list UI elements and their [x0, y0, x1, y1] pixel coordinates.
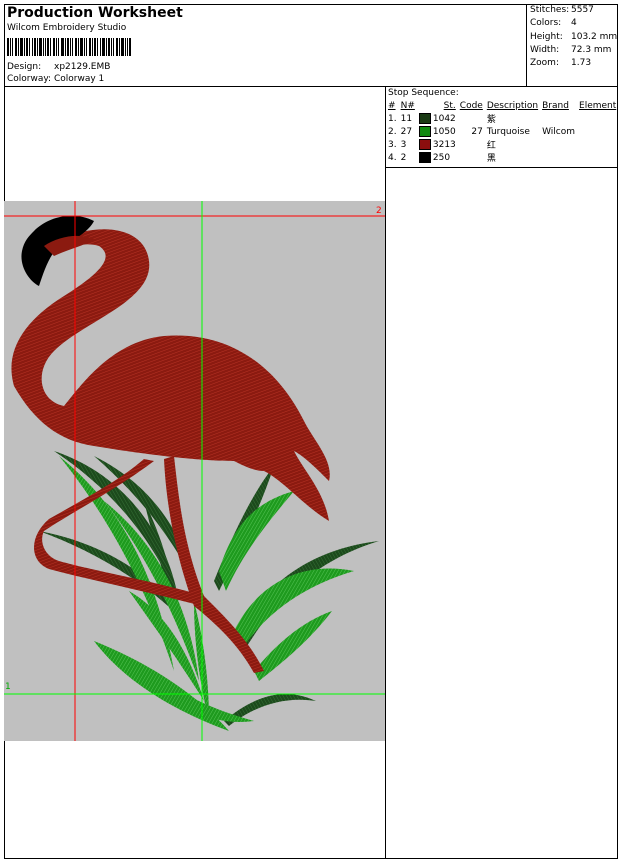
- stop-index: 3.: [388, 139, 397, 150]
- stop-sequence-table: # N# St. Code Description Brand Element …: [386, 100, 618, 164]
- color-swatch: [418, 113, 431, 124]
- stop-description: 紫: [486, 115, 496, 125]
- stat-value: 1.73: [571, 58, 592, 69]
- stop-index: 1.: [388, 113, 397, 124]
- stop-needle: 27: [400, 126, 413, 137]
- stop-code: [458, 138, 485, 151]
- stat-value: 5557: [571, 5, 594, 15]
- stat-value: 72.3 mm: [571, 44, 612, 55]
- col-element: Element: [579, 101, 617, 111]
- stop-description: 红: [486, 141, 496, 151]
- stop-brand: [540, 112, 577, 125]
- colorway-label: Colorway:: [7, 74, 52, 84]
- stop-code: [458, 112, 485, 125]
- stat-height: Height: 103.2 mm: [530, 32, 618, 45]
- stat-label: Stitches:: [530, 5, 570, 15]
- stop-element: [577, 112, 618, 125]
- corner-marker-2: 2: [376, 206, 382, 216]
- stop-stitches: 1042: [417, 112, 458, 125]
- stop-code: 27: [471, 126, 483, 137]
- design-row: Design: xp2129.EMB: [7, 62, 110, 72]
- col-brand: Brand: [542, 101, 569, 111]
- stop-description: 黑: [486, 154, 496, 164]
- stitch-count: 3213: [432, 140, 456, 150]
- color-swatch: [418, 126, 431, 137]
- stop-row: 1. 11 1042 紫: [386, 112, 618, 125]
- colorway-value: Colorway 1: [54, 74, 105, 84]
- software-name: Wilcom Embroidery Studio: [7, 23, 127, 33]
- design-stats: Stitches: 5557 Colors: 4 Height: 103.2 mm W…: [530, 5, 618, 71]
- stop-brand: [540, 151, 577, 164]
- stop-table-divider: [385, 167, 618, 168]
- stitch-count: 1042: [432, 114, 456, 124]
- stat-label: Colors:: [530, 18, 562, 29]
- content-divider: [385, 86, 386, 859]
- design-filename: xp2129.EMB: [54, 62, 111, 72]
- stat-value: 103.2 mm: [571, 31, 618, 42]
- stop-table-header: # N# St. Code Description Brand Element: [386, 100, 618, 112]
- stop-code: [458, 151, 485, 164]
- stat-colors: Colors: 4: [530, 18, 618, 31]
- corner-marker-1: 1: [5, 682, 11, 692]
- stop-sequence-title: Stop Sequence:: [388, 88, 459, 98]
- stop-needle: 2: [400, 152, 407, 163]
- stat-zoom: Zoom: 1.73: [530, 58, 618, 71]
- col-index: #: [388, 101, 396, 111]
- colorway-row: Colorway: Colorway 1: [7, 74, 104, 84]
- stat-label: Width:: [530, 44, 560, 55]
- stop-description: Turquoise: [486, 126, 530, 137]
- stop-element: [577, 138, 618, 151]
- stop-brand: Wilcom: [542, 126, 576, 137]
- stat-width: Width: 72.3 mm: [530, 45, 618, 58]
- stitch-count: 1050: [432, 127, 456, 137]
- stop-needle: 11: [400, 113, 413, 124]
- worksheet-title: Production Worksheet: [7, 5, 183, 21]
- stop-stitches: 250: [417, 151, 458, 164]
- stop-element: [577, 151, 618, 164]
- stop-row: 3. 3 3213 红: [386, 138, 618, 151]
- col-needle: N#: [400, 101, 415, 111]
- stop-row: 4. 2 250 黑: [386, 151, 618, 164]
- stat-label: Zoom:: [530, 58, 559, 69]
- stop-brand: [540, 138, 577, 151]
- color-swatch: [418, 152, 431, 163]
- col-code: Code: [459, 101, 483, 111]
- color-swatch: [418, 139, 431, 150]
- stop-element: [577, 125, 618, 138]
- col-description: Description: [486, 101, 539, 111]
- stop-index: 2.: [388, 126, 397, 137]
- stat-value: 4: [571, 18, 577, 29]
- stop-row: 2. 27 1050 27 Turquoise Wilcom: [386, 125, 618, 138]
- design-preview: 2 1: [4, 201, 385, 741]
- stats-divider: [526, 4, 527, 87]
- design-label: Design:: [7, 62, 42, 72]
- stop-needle: 3: [400, 139, 407, 150]
- flamingo-embroidery-image: [4, 201, 385, 741]
- col-stitches: St.: [443, 101, 456, 111]
- stitch-count: 250: [432, 153, 451, 163]
- stat-label: Height:: [530, 31, 563, 42]
- barcode: [7, 38, 131, 56]
- stat-stitches: Stitches: 5557: [530, 5, 618, 18]
- stop-stitches: 1050: [417, 125, 458, 138]
- stop-stitches: 3213: [417, 138, 458, 151]
- stop-index: 4.: [388, 152, 397, 163]
